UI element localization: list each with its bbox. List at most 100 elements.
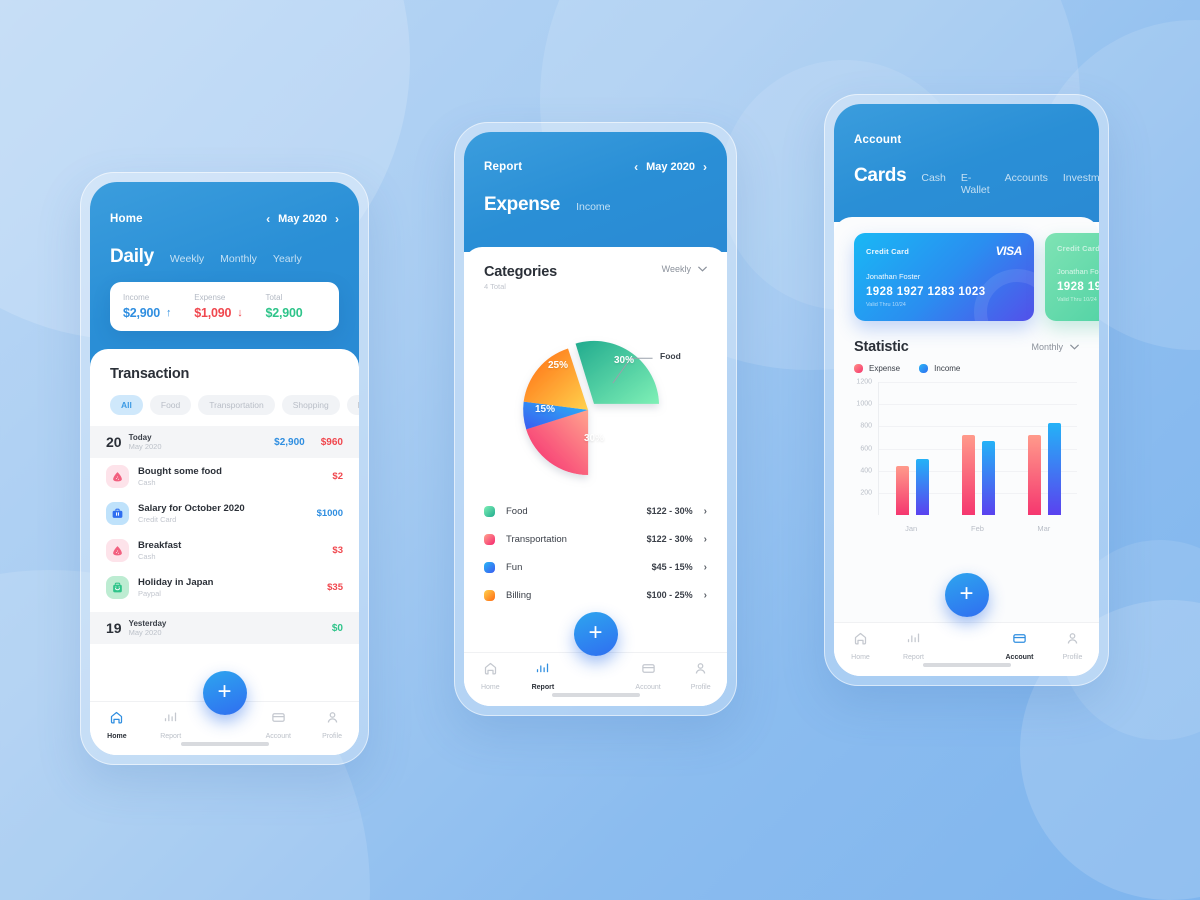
table-row[interactable]: Breakfast Cash $3 — [90, 532, 359, 569]
tab-accounts[interactable]: Accounts — [1005, 172, 1048, 184]
nav-label-profile: Profile — [322, 733, 342, 740]
tab-cash[interactable]: Cash — [921, 172, 946, 184]
card-icon — [641, 661, 656, 681]
y-axis: 1200 1000 800 600 400 200 — [850, 378, 876, 515]
luggage-icon — [106, 576, 129, 599]
nav-item-report[interactable]: Report — [887, 631, 940, 661]
pie-chart: Food 30% 30% 15% 25% — [464, 293, 727, 493]
table-row[interactable]: Bought some food Cash $2 — [90, 458, 359, 495]
transaction-amount: $3 — [332, 545, 343, 556]
chip-food[interactable]: Food — [149, 395, 192, 415]
nav-item-home[interactable]: Home — [90, 710, 144, 740]
nav-label-report: Report — [531, 684, 555, 691]
pie-slice-billing — [523, 348, 589, 410]
add-transaction-button[interactable]: + — [944, 573, 989, 617]
list-item[interactable]: Billing $100 - 25% › — [484, 581, 707, 609]
tab-cards[interactable]: Cards — [854, 165, 907, 187]
nav-item-profile[interactable]: Profile — [305, 710, 359, 740]
legend-dot-food — [484, 505, 495, 517]
bottom-navigation[interactable]: Home Report Account Profile — [834, 622, 1099, 676]
nav-item-account[interactable]: Account — [622, 661, 675, 691]
bar-income-feb — [981, 440, 995, 515]
legend-dot-fun — [484, 561, 495, 573]
chevron-right-icon[interactable]: › — [704, 562, 707, 573]
statistic-range-dropdown[interactable]: Monthly — [1031, 342, 1079, 352]
type-tabs[interactable]: Expense Income — [484, 194, 707, 216]
current-month-label: May 2020 — [646, 161, 695, 173]
date-navigator[interactable]: ‹ May 2020 › — [634, 160, 707, 174]
statistic-title: Statistic — [854, 339, 909, 355]
nav-label-account: Account — [1005, 654, 1034, 661]
day-month: May 2020 — [128, 628, 162, 637]
nav-item-report[interactable]: Report — [517, 661, 570, 691]
table-row[interactable]: Salary for October 2020 Credit Card $100… — [90, 495, 359, 532]
pie-chart-svg — [523, 340, 660, 475]
transaction-amount: $35 — [327, 582, 343, 593]
phone-home-screen: Home ‹ May 2020 › Daily Weekly Monthly Y… — [80, 172, 369, 765]
nav-item-account[interactable]: Account — [993, 631, 1046, 661]
nav-item-home[interactable]: Home — [834, 631, 887, 661]
chevron-right-icon[interactable]: › — [704, 506, 707, 517]
statistic-header: Statistic Monthly — [834, 321, 1099, 355]
transaction-source: Paypal — [138, 589, 161, 598]
tab-weekly[interactable]: Weekly — [170, 253, 204, 265]
tab-expense[interactable]: Expense — [484, 194, 560, 216]
plus-icon: + — [217, 677, 232, 705]
chip-billing[interactable]: B — [346, 395, 359, 415]
add-transaction-button[interactable]: + — [202, 671, 247, 715]
categories-title: Categories — [484, 264, 557, 280]
transaction-name: Bought some food — [138, 466, 222, 477]
card-number: 1928 1927 1283 1023 — [1057, 281, 1099, 293]
tab-ewallet[interactable]: E-Wallet — [961, 172, 990, 196]
list-item[interactable]: Food $122 - 30% › — [484, 497, 707, 525]
filter-chips[interactable]: All Food Transportation Shopping B — [90, 382, 359, 426]
cards-carousel[interactable]: Credit Card VISA Jonathan Foster 1928 19… — [834, 217, 1099, 321]
next-month-icon[interactable]: › — [703, 160, 707, 174]
legend-dot-transportation — [484, 533, 495, 545]
summary-income: Income $2,900 ↑ — [123, 293, 194, 320]
tab-income[interactable]: Income — [576, 201, 610, 213]
table-row[interactable]: Holiday in Japan Paypal $35 — [90, 569, 359, 606]
tab-investment[interactable]: Investment — [1063, 172, 1099, 184]
tab-yearly[interactable]: Yearly — [273, 253, 302, 265]
prev-month-icon[interactable]: ‹ — [266, 212, 270, 226]
summary-total-value: $2,900 — [265, 306, 303, 320]
range-dropdown[interactable]: Weekly — [662, 264, 707, 274]
card-kind: Credit Card — [866, 246, 910, 256]
chevron-right-icon[interactable]: › — [704, 590, 707, 601]
home-icon — [853, 631, 868, 651]
bar-expense-feb — [961, 435, 975, 515]
legend-value: $45 - 15% — [651, 562, 693, 572]
tab-monthly[interactable]: Monthly — [220, 253, 257, 265]
chip-transportation[interactable]: Transportation — [198, 395, 275, 415]
y-tick: 1200 — [856, 378, 872, 386]
chevron-right-icon[interactable]: › — [704, 534, 707, 545]
nav-item-report[interactable]: Report — [144, 710, 198, 740]
nav-item-home[interactable]: Home — [464, 661, 517, 691]
pie-label-food: 30% — [614, 355, 635, 366]
account-tabs[interactable]: Cards Cash E-Wallet Accounts Investment — [854, 165, 1099, 196]
nav-label-account: Account — [635, 684, 661, 691]
card-icon — [271, 710, 286, 730]
credit-card-primary[interactable]: Credit Card VISA Jonathan Foster 1928 19… — [854, 233, 1034, 321]
credit-card-secondary[interactable]: Credit Card Jonathan Foster 1928 1927 12… — [1045, 233, 1099, 321]
next-month-icon[interactable]: › — [335, 212, 339, 226]
tab-daily[interactable]: Daily — [110, 246, 154, 268]
chip-all[interactable]: All — [110, 395, 143, 415]
summary-expense: Expense $1,090 ↓ — [194, 293, 265, 320]
list-item[interactable]: Fun $45 - 15% › — [484, 553, 707, 581]
nav-item-account[interactable]: Account — [251, 710, 305, 740]
legend-expense: Expense — [854, 364, 900, 373]
nav-item-profile[interactable]: Profile — [1046, 631, 1099, 661]
period-tabs[interactable]: Daily Weekly Monthly Yearly — [110, 246, 339, 268]
home-indicator — [551, 693, 640, 697]
chip-shopping[interactable]: Shopping — [281, 395, 340, 415]
nav-label-home: Home — [480, 684, 500, 691]
date-navigator[interactable]: ‹ May 2020 › — [266, 212, 339, 226]
add-transaction-button[interactable]: + — [573, 612, 618, 656]
bottom-navigation[interactable]: Home Report Account Profile — [464, 652, 727, 706]
list-item[interactable]: Transportation $122 - 30% › — [484, 525, 707, 553]
prev-month-icon[interactable]: ‹ — [634, 160, 638, 174]
nav-label-account: Account — [265, 733, 291, 740]
nav-item-profile[interactable]: Profile — [674, 661, 727, 691]
